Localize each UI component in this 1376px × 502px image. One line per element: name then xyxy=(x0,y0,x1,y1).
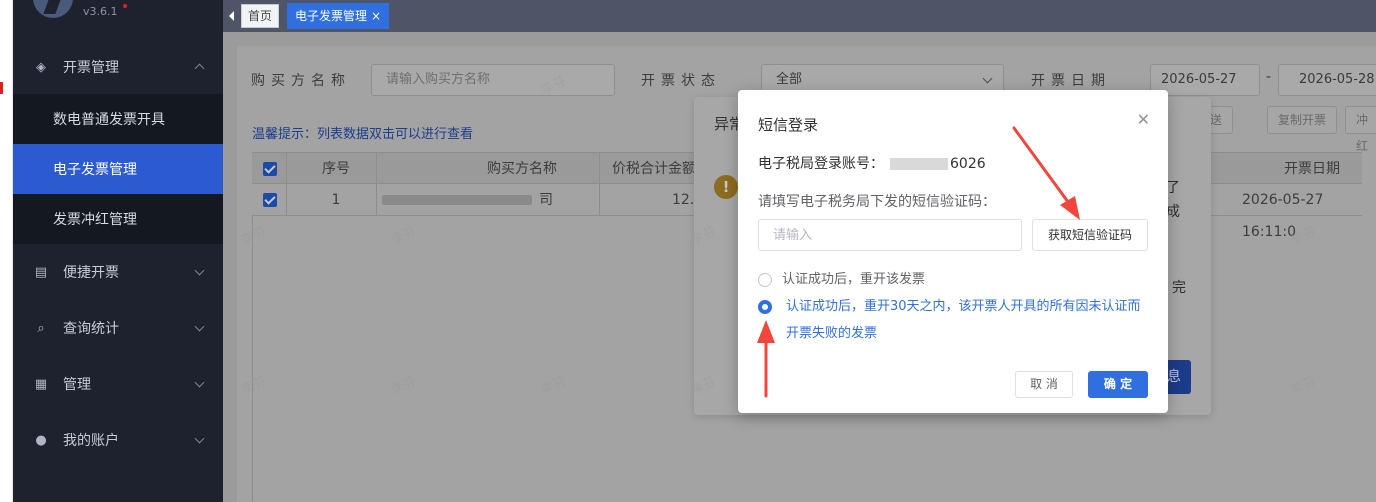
sms-code-input[interactable] xyxy=(758,219,1022,251)
dialog-text-fragment: 完 xyxy=(1172,280,1186,296)
sidebar-subitem-red-flush-mgmt[interactable]: 发票冲红管理 xyxy=(13,194,223,244)
copy-invoice-button[interactable]: 复制开票 xyxy=(1267,106,1338,134)
chevron-up-icon xyxy=(194,63,205,74)
grid-line xyxy=(599,152,600,216)
user-icon: ● xyxy=(35,432,47,448)
sms-login-dialog: 短信登录 ✕ 电子税局登录账号： 6026 请填写电子税务局下发的短信验证码： 获… xyxy=(738,90,1168,413)
dialog-text-fragment: 了 xyxy=(1166,180,1180,196)
col-index: 序号 xyxy=(322,161,350,177)
date-to-input[interactable]: 2026-05-28 xyxy=(1278,64,1376,96)
grid-line xyxy=(286,152,287,216)
sidebar-subitem-digital-invoice[interactable]: 数电普通发票开具 xyxy=(13,94,223,144)
row-index: 1 xyxy=(331,192,341,208)
chevron-down-icon xyxy=(194,321,205,332)
sidebar-item-label: 查询统计 xyxy=(63,321,119,337)
sidebar-item-label: 开票管理 xyxy=(63,60,119,76)
grid-line xyxy=(252,216,253,502)
sidebar-item-my-account[interactable]: ● 我的账户 xyxy=(13,415,223,465)
grid-icon: ▦ xyxy=(34,376,48,392)
left-edge-strip xyxy=(0,0,13,502)
version-dot xyxy=(123,4,127,8)
sidebar: v3.6.1 ◈ 开票管理 数电普通发票开具 电子发票管理 发票冲红管理 ▤ 便… xyxy=(13,0,223,502)
tab-label: 电子发票管理 xyxy=(295,9,368,23)
sidebar-item-query-stats[interactable]: ⌕ 查询统计 xyxy=(13,303,223,353)
tax-account-line: 电子税局登录账号： 6026 xyxy=(758,153,986,173)
tab-home[interactable]: 首页 xyxy=(241,4,280,28)
app-version: v3.6.1 xyxy=(83,5,118,18)
chevron-down-icon xyxy=(194,265,205,276)
radio-label-reissue-this[interactable]: 认证成功后，重开该发票 xyxy=(782,266,925,293)
radio-reissue-this-invoice[interactable] xyxy=(758,273,772,287)
diamond-icon: ◈ xyxy=(36,59,46,75)
sidebar-item-manage[interactable]: ▦ 管理 xyxy=(13,359,223,409)
get-sms-code-button[interactable]: 获取短信验证码 xyxy=(1032,219,1148,251)
button-label-fragment: 息 xyxy=(1167,369,1181,385)
date-separator: - xyxy=(1266,69,1272,85)
invoice-date-label: 开票日期 xyxy=(1031,73,1111,89)
edge-marker xyxy=(0,82,3,94)
close-icon[interactable]: ✕ xyxy=(1137,110,1150,129)
close-icon[interactable]: × xyxy=(371,9,381,23)
sidebar-item-label: 我的账户 xyxy=(63,433,119,449)
radio-label-reissue-all[interactable]: 认证成功后，重开30天之内，该开票人开具的所有因未认证而开票失败的发票 xyxy=(786,293,1152,347)
tab-scroll-left-icon[interactable] xyxy=(229,11,234,21)
hint-text: 温馨提示：列表数据双击可以进行查看 xyxy=(252,127,474,142)
dialog-text-fragment: 成 xyxy=(1166,204,1180,220)
dialog-title: 短信登录 xyxy=(758,116,819,134)
sidebar-item-label: 管理 xyxy=(63,377,91,393)
cancel-button[interactable]: 取 消 xyxy=(1015,371,1073,398)
row-date: 2026-05-27 16:11:0 xyxy=(1242,192,1324,240)
redacted-buyer-name xyxy=(382,195,532,205)
buyer-name-suffix: 司 xyxy=(539,192,553,208)
sidebar-subitem-e-invoice-mgmt[interactable]: 电子发票管理 xyxy=(13,144,223,194)
redacted-account xyxy=(890,158,948,170)
status-value: 全部 xyxy=(776,72,803,87)
document-icon: ▤ xyxy=(34,264,48,280)
sidebar-item-label: 便捷开票 xyxy=(63,265,119,281)
buyer-name-label: 购买方名称 xyxy=(251,73,351,89)
tab-bar: 首页 电子发票管理 × xyxy=(223,0,1376,32)
sidebar-item-quick-invoice[interactable]: ▤ 便捷开票 xyxy=(13,247,223,297)
select-all-checkbox[interactable] xyxy=(263,162,277,176)
warning-icon: ! xyxy=(714,175,738,199)
invoice-status-label: 开票状态 xyxy=(641,73,721,89)
account-tail: 6026 xyxy=(950,156,986,172)
account-label: 电子税局登录账号： xyxy=(758,156,884,172)
grid-line xyxy=(376,152,377,216)
radio-reissue-all-30-days[interactable] xyxy=(758,300,772,314)
chevron-down-icon xyxy=(982,73,993,84)
tab-e-invoice-mgmt[interactable]: 电子发票管理 × xyxy=(287,3,390,29)
chevron-down-icon xyxy=(194,433,205,444)
red-flush-button[interactable]: 冲红 xyxy=(1345,106,1376,153)
col-date: 开票日期 xyxy=(1284,161,1340,177)
buyer-name-input[interactable]: 请输入购买方名称 xyxy=(371,64,615,96)
sms-code-hint: 请填写电子税务局下发的短信验证码： xyxy=(758,194,996,210)
confirm-button[interactable]: 确 定 xyxy=(1088,371,1148,398)
chevron-down-icon xyxy=(194,377,205,388)
row-checkbox[interactable] xyxy=(263,193,277,207)
search-icon: ⌕ xyxy=(37,320,45,336)
sidebar-item-invoicing[interactable]: ◈ 开票管理 xyxy=(13,42,223,92)
